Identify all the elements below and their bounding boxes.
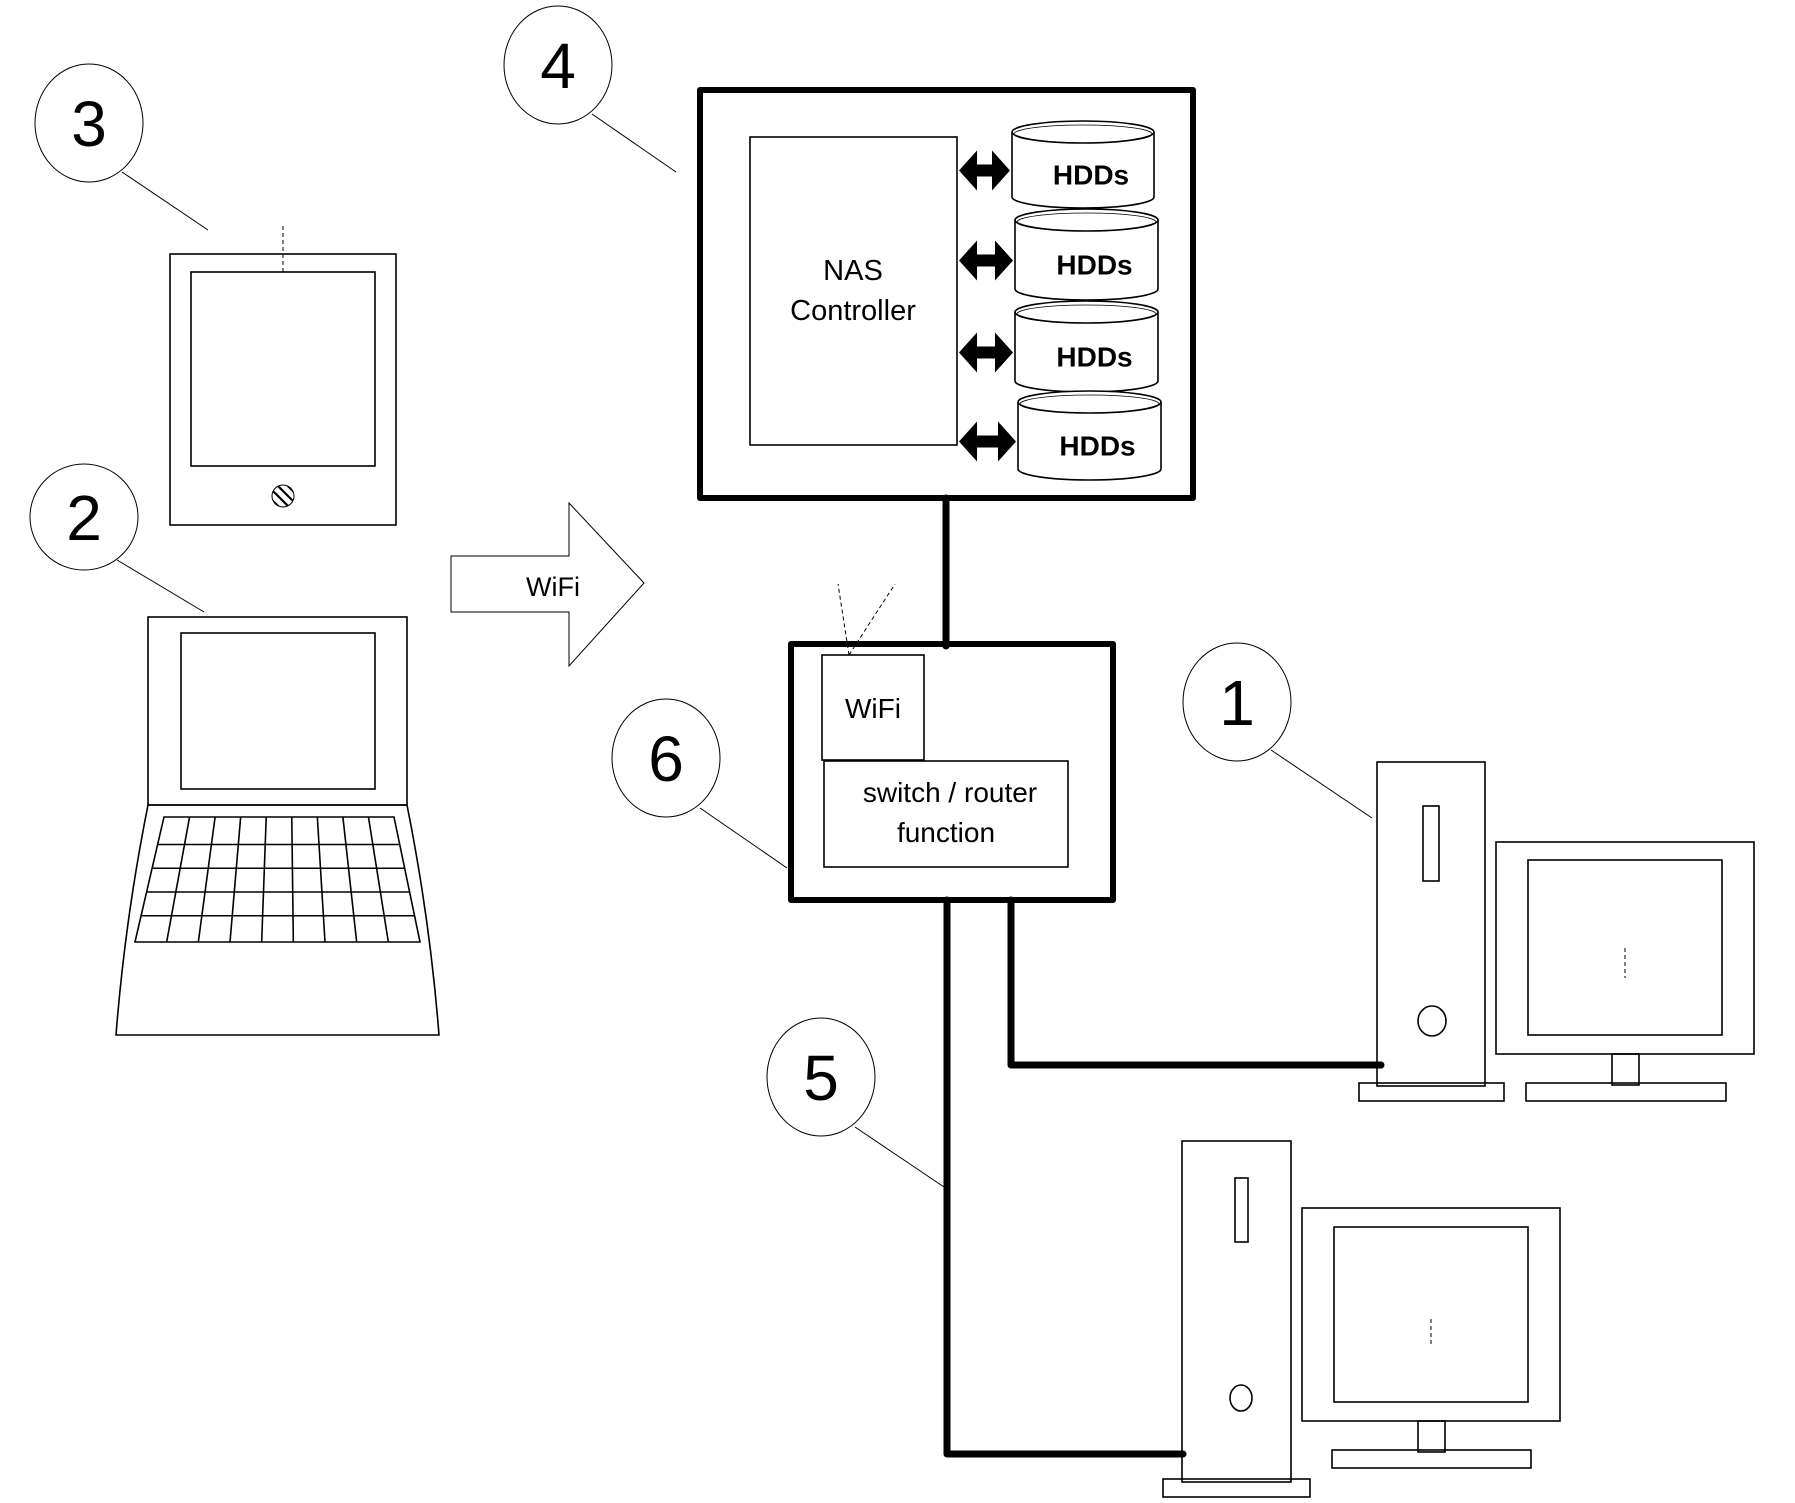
bidirectional-arrow-icon [959, 332, 1013, 373]
tablet-body [169, 253, 397, 526]
hdd-stack: HDDs HDDs HDDs HDDs [959, 120, 1162, 481]
router-enclosure [788, 641, 1116, 903]
leader-line [854, 1126, 945, 1188]
hdd-cylinder-top [1017, 390, 1162, 414]
desktop-pc-1 [1358, 761, 1755, 1102]
wifi-module-label: WiFi [845, 693, 901, 724]
keyboard-column-line [260, 816, 268, 943]
keyboard-column-line [342, 816, 358, 943]
callout-6: 6 [611, 698, 788, 869]
monitor-stand [1417, 1420, 1446, 1453]
keyboard-column-line [197, 816, 216, 943]
nas-controller-label-line1: NAS [823, 255, 883, 287]
hdd-unit: HDDs [959, 300, 1159, 393]
nas-device: NAS Controller HDDs HDDs HDDs HDDs [697, 87, 1196, 501]
monitor-frame [1301, 1207, 1561, 1422]
laptop-base [115, 804, 440, 1036]
callout-2: 2 [29, 463, 205, 613]
monitor-screen [1333, 1226, 1529, 1403]
keyboard-column-line [229, 816, 242, 943]
pc-tower [1181, 1140, 1292, 1483]
hdd-label: HDDs [1056, 342, 1132, 373]
nas-controller-label-line2: Controller [790, 295, 916, 327]
callout-4: 4 [503, 5, 677, 173]
keyboard-column-line [367, 816, 390, 943]
power-button-icon [1417, 1005, 1447, 1037]
drive-bay [1422, 805, 1440, 882]
leader-line [1270, 749, 1373, 819]
bidirectional-arrow-icon [959, 421, 1016, 462]
drive-bay [1234, 1177, 1249, 1243]
callout-number: 4 [540, 30, 576, 102]
leader-line [121, 171, 209, 231]
hdd-unit: HDDs [959, 390, 1162, 481]
wifi-arrow-label: WiFi [526, 572, 580, 602]
wifi-arrow: WiFi [450, 501, 645, 668]
callout-number: 3 [71, 88, 107, 160]
router: WiFi switch / router function [788, 583, 1116, 903]
tablet [169, 226, 397, 526]
switch-router-label-line2: function [897, 817, 995, 848]
hdd-unit: HDDs [959, 120, 1155, 209]
hdd-label: HDDs [1053, 160, 1129, 191]
hdd-unit: HDDs [959, 208, 1159, 301]
hdd-label: HDDs [1059, 431, 1135, 462]
callout-3: 3 [34, 63, 209, 231]
router-pc2-cable [943, 896, 1187, 1458]
callout-number: 1 [1219, 667, 1255, 739]
callout-5: 5 [766, 1017, 945, 1188]
monitor-stand [1611, 1053, 1640, 1086]
callout-number: 5 [803, 1042, 839, 1114]
callout-number: 2 [66, 482, 102, 554]
hdd-cylinder-top [1014, 300, 1159, 324]
laptop [115, 616, 440, 1036]
keyboard-column-line [290, 816, 295, 943]
hdd-cylinder-top [1014, 208, 1159, 232]
power-button-icon [1229, 1384, 1253, 1412]
router-pc1-cable [1007, 896, 1385, 1069]
monitor-screen [1527, 859, 1723, 1036]
nas-controller [749, 136, 958, 446]
tablet-screen [190, 271, 376, 467]
desktop-pc-2 [1162, 1140, 1561, 1498]
callout-number: 6 [648, 723, 684, 795]
laptop-screen [180, 632, 376, 790]
laptop-keyboard [133, 816, 421, 943]
leader-line [699, 807, 788, 869]
leader-line [116, 559, 205, 613]
bidirectional-arrow-icon [959, 240, 1013, 281]
switch-router-label-line1: switch / router [863, 777, 1037, 808]
home-button-icon [271, 484, 295, 508]
laptop-lid [147, 616, 408, 806]
hdd-label: HDDs [1056, 250, 1132, 281]
keyboard-column-line [316, 816, 326, 943]
network-diagram: 3 2 WiFi 4 NAS Controller HDDsHDDsHDDsHD… [29, 5, 1755, 1498]
pc-tower [1376, 761, 1486, 1087]
bidirectional-arrow-icon [959, 150, 1010, 191]
leader-line [591, 113, 677, 173]
hdd-cylinder-top [1011, 120, 1155, 144]
keyboard-column-line [165, 816, 191, 943]
callout-1: 1 [1182, 642, 1373, 819]
